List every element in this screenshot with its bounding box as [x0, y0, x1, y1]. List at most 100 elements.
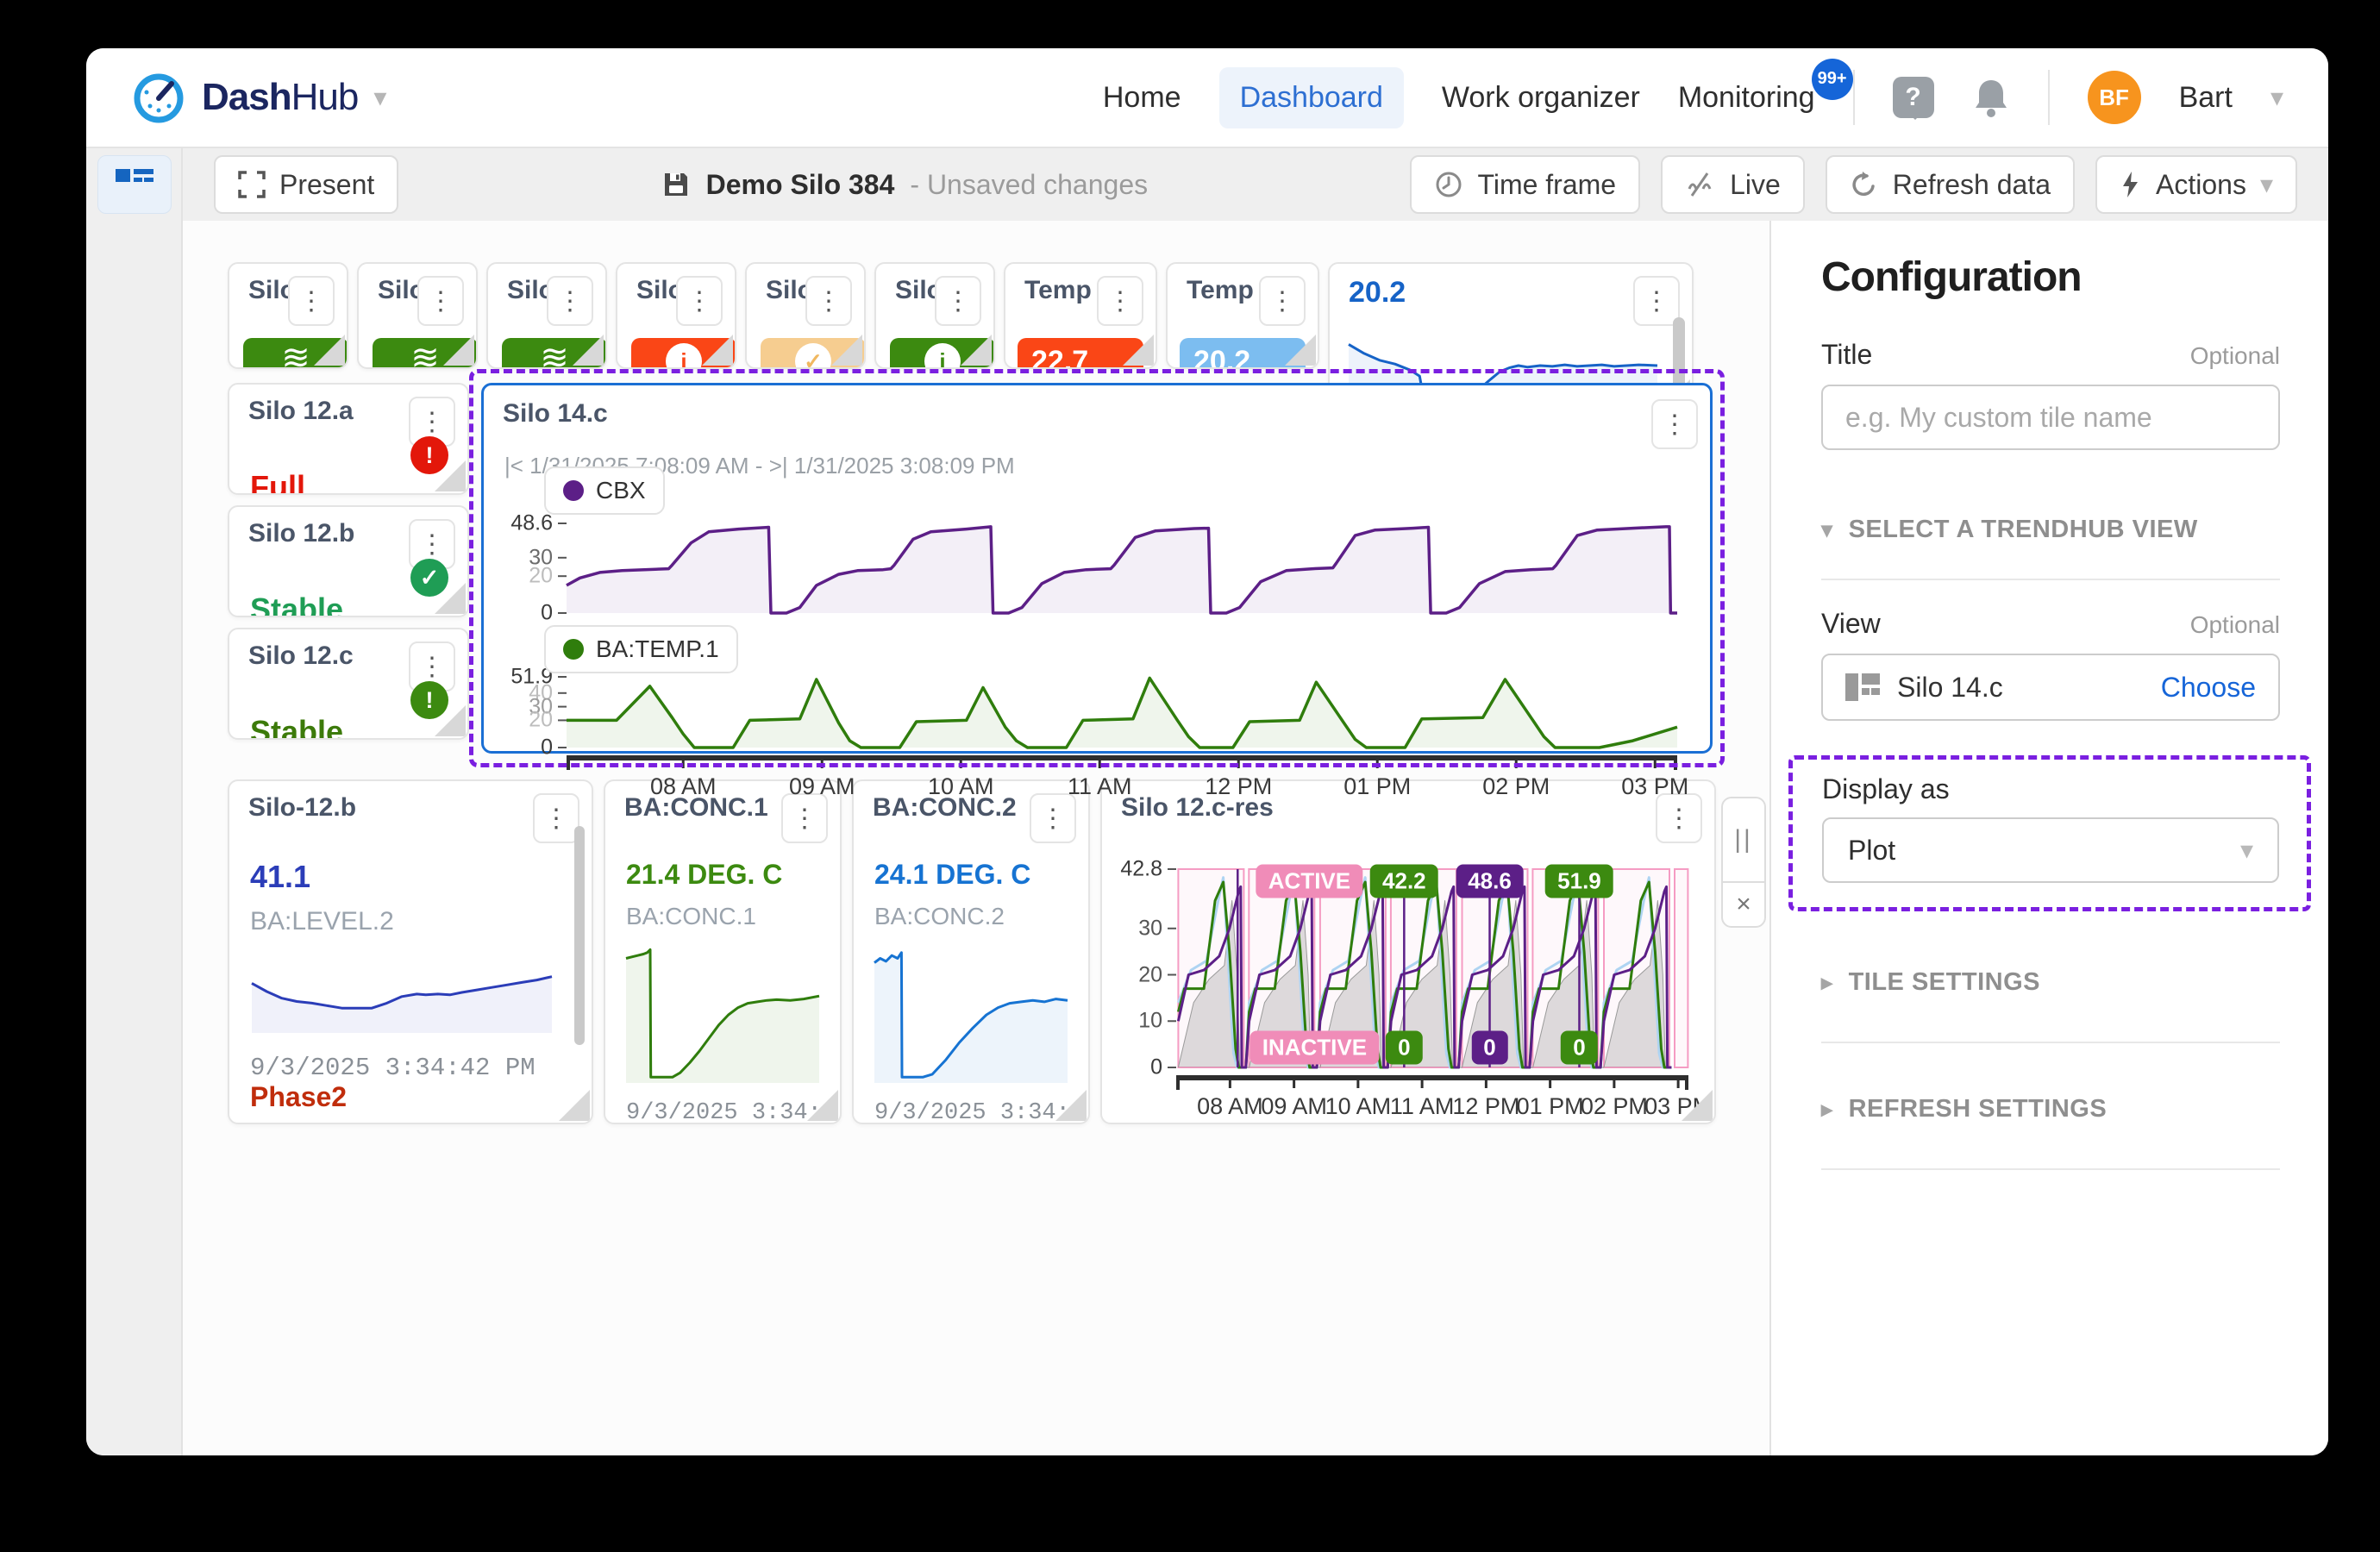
kebab-menu-button[interactable]: ⋮ [781, 793, 828, 843]
tile-ba-conc1[interactable]: BA:CONC.1 ⋮ 21.4 DEG. C BA:CONC.1 9/3/20… [604, 779, 842, 1124]
monitoring-count-badge: 99+ [1812, 59, 1853, 100]
conc-label: BA:CONC.2 [854, 891, 1088, 930]
legend-cbx[interactable]: CBX [544, 466, 665, 515]
resize-handle[interactable] [443, 335, 474, 366]
display-as-value: Plot [1848, 835, 1895, 867]
help-icon[interactable]: ? [1893, 77, 1934, 118]
tile-title-input[interactable] [1821, 385, 2280, 450]
tile-silo-14c-selected[interactable]: Silo 14.c ⋮ |< 1/31/2025 7:08:09 AM - >|… [481, 383, 1713, 754]
resize-handle[interactable] [1285, 335, 1316, 366]
level-label: BA:LEVEL.2 [229, 895, 592, 936]
unsaved-changes-label: - Unsaved changes [910, 169, 1148, 201]
time-frame-button[interactable]: Time frame [1410, 155, 1640, 214]
clock-icon [1434, 170, 1463, 199]
resize-handle[interactable] [559, 1090, 590, 1121]
tile-settings-toggle[interactable]: ▸ TILE SETTINGS [1821, 968, 2280, 997]
kebab-menu-button[interactable]: ⋮ [676, 276, 723, 326]
nav-monitoring-label: Monitoring [1678, 81, 1815, 114]
nav-divider [1853, 70, 1855, 125]
notifications-bell-icon[interactable] [1972, 77, 2010, 118]
display-as-select[interactable]: Plot ▾ [1822, 817, 2279, 883]
kebab-menu-button[interactable]: ⋮ [1651, 399, 1698, 449]
kebab-menu-button[interactable]: ⋮ [1633, 276, 1680, 326]
refresh-data-button[interactable]: Refresh data [1826, 155, 2075, 214]
live-button[interactable]: Live [1661, 155, 1805, 214]
tile-silo-12b[interactable]: Silo 12.b ⋮ Stable ✓ [228, 505, 469, 617]
tile-silo-wave-1[interactable]: Silo 12 ⋮ ≋ [228, 262, 348, 369]
resize-handle[interactable] [435, 583, 466, 614]
resize-handle[interactable] [961, 335, 992, 366]
tile-silo-check[interactable]: Silo 12 ⋮ ✓ [745, 262, 866, 369]
resize-handle[interactable] [807, 1090, 838, 1121]
scrollbar[interactable] [574, 826, 585, 1045]
kebab-menu-button[interactable]: ⋮ [1030, 793, 1076, 843]
waves-icon: ≋ [410, 338, 440, 369]
refresh-settings-toggle[interactable]: ▸ REFRESH SETTINGS [1821, 1095, 2280, 1123]
resize-handle[interactable] [702, 335, 733, 366]
tile-silo-12c-res[interactable]: Silo 12.c-res ⋮ 42.8302010008 AM09 AM10 … [1100, 779, 1716, 1124]
chevron-right-icon: ▸ [1821, 969, 1833, 996]
save-icon[interactable] [661, 170, 691, 199]
resize-handle[interactable] [435, 705, 466, 736]
kebab-menu-button[interactable]: ⋮ [1259, 276, 1306, 326]
user-chevron-down-icon[interactable]: ▾ [2270, 83, 2283, 113]
tile-silo-12a[interactable]: Silo 12.a ⋮ Full ! [228, 383, 469, 495]
kebab-menu-button[interactable]: ⋮ [1097, 276, 1143, 326]
brand-chevron-down-icon[interactable]: ▾ [373, 83, 386, 113]
refresh-icon [1850, 170, 1879, 199]
tile-temp-silo-2[interactable]: Temp Silo 2 ⋮ 20.2 [1166, 262, 1319, 369]
kebab-menu-button[interactable]: ⋮ [1656, 793, 1702, 843]
time-frame-label: Time frame [1477, 169, 1616, 201]
actions-chevron-down-icon: ▾ [2260, 170, 2273, 200]
present-button[interactable]: Present [214, 155, 398, 214]
tile-ba-conc2[interactable]: BA:CONC.2 ⋮ 24.1 DEG. C BA:CONC.2 9/3/20… [852, 779, 1090, 1124]
kebab-menu-button[interactable]: ⋮ [533, 793, 579, 843]
actions-button[interactable]: Actions ▾ [2095, 155, 2297, 214]
user-avatar[interactable]: BF [2088, 71, 2141, 124]
dashboard-layout-button[interactable] [97, 155, 172, 214]
tile-temp-silo-1[interactable]: Temp Silo 1 ⋮ 22.7 [1004, 262, 1157, 369]
view-selector[interactable]: Silo 14.c Choose [1821, 654, 2280, 721]
select-chevron-down-icon: ▾ [2240, 835, 2253, 866]
choose-view-link[interactable]: Choose [2161, 672, 2256, 704]
waves-icon: ≋ [281, 338, 310, 369]
resize-handle[interactable] [435, 460, 466, 491]
brand-logo[interactable]: DashHub ▾ [131, 70, 386, 125]
timestamp: 9/3/2025 3:34:42 PM [229, 1042, 536, 1082]
resize-handle[interactable] [831, 335, 862, 366]
tile-silo-12b-detail[interactable]: Silo-12.b ⋮ 41.1 BA:LEVEL.2 9/3/2025 3:3… [228, 779, 593, 1124]
kebab-menu-button[interactable]: ⋮ [805, 276, 852, 326]
kebab-menu-button[interactable]: ⋮ [417, 276, 464, 326]
nav-work-organizer[interactable]: Work organizer [1442, 81, 1640, 115]
nav-home[interactable]: Home [1103, 81, 1181, 115]
ba-temp1-plot: 51.9403020008 AM09 AM10 AM11 AM12 PM01 P… [567, 677, 1677, 748]
kebab-menu-button[interactable]: ⋮ [547, 276, 593, 326]
tile-silo-alert[interactable]: Silo 12 ⋮ i [616, 262, 736, 369]
kebab-menu-button[interactable]: ⋮ [288, 276, 335, 326]
tile-silo-wave-2[interactable]: Silo 12 ⋮ ≋ [357, 262, 478, 369]
user-name[interactable]: Bart [2179, 81, 2233, 115]
resize-handle[interactable] [1682, 1090, 1713, 1121]
panel-resize-handle[interactable]: || × [1721, 797, 1766, 928]
trendhub-section-toggle[interactable]: ▾ SELECT A TRENDHUB VIEW [1821, 516, 2280, 544]
kebab-menu-button[interactable]: ⋮ [935, 276, 981, 326]
refresh-data-label: Refresh data [1893, 169, 2051, 201]
tile-silo-12c[interactable]: Silo 12.c ⋮ Stable ! [228, 628, 469, 740]
nav-dashboard[interactable]: Dashboard [1219, 67, 1404, 128]
waves-icon: ≋ [540, 338, 569, 369]
nav-monitoring[interactable]: Monitoring 99+ [1678, 81, 1815, 115]
legend-label: BA:TEMP.1 [596, 635, 719, 663]
resize-handle[interactable] [314, 335, 345, 366]
resize-handle[interactable] [573, 335, 604, 366]
resize-handle[interactable] [1123, 335, 1154, 366]
drag-grip-icon[interactable]: || [1723, 798, 1764, 883]
tile-silo-info[interactable]: Silo 12 ⋮ i [874, 262, 995, 369]
time-range-label: |< 1/31/2025 7:08:09 AM - >| 1/31/2025 3… [484, 449, 1710, 479]
resize-handle[interactable] [1055, 1090, 1087, 1121]
close-panel-icon[interactable]: × [1723, 883, 1764, 926]
tile-title: Silo 14.c [503, 399, 608, 429]
tile-silo-wave-3[interactable]: Silo 12 ⋮ ≋ [486, 262, 607, 369]
left-sidebar [86, 148, 183, 1455]
section-label: SELECT A TRENDHUB VIEW [1849, 516, 2198, 544]
legend-ba-temp1[interactable]: BA:TEMP.1 [544, 625, 738, 673]
